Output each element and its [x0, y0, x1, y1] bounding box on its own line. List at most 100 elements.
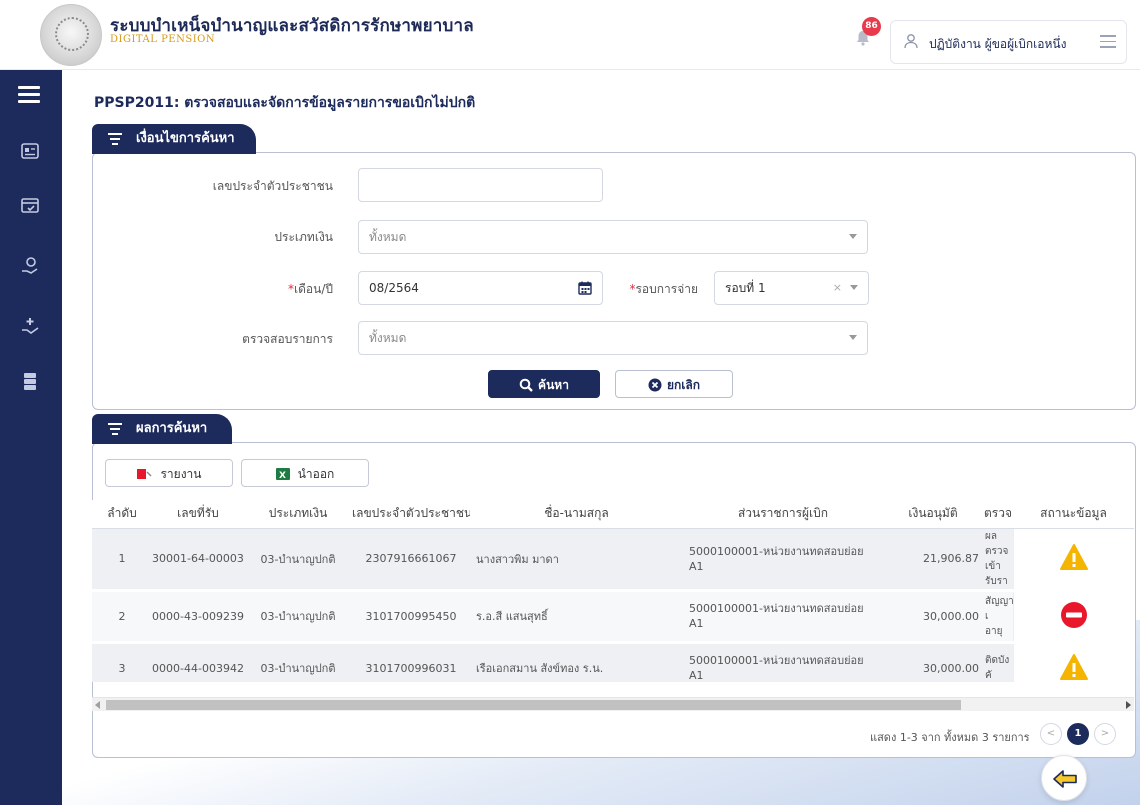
scroll-left-arrow-icon[interactable]	[95, 701, 100, 709]
search-panel: เลขประจำตัวประชาชน ประเภทเงิน ทั้งหมด *เ…	[92, 152, 1136, 410]
cell-status[interactable]	[1012, 590, 1134, 644]
chevron-down-icon	[850, 285, 858, 290]
scrollbar-thumb[interactable]	[106, 700, 961, 710]
app-header: ระบบบำเหน็จบำนาญและสวัสดิการรักษาพยาบาล …	[0, 0, 1140, 70]
check-items-select[interactable]: ทั้งหมด	[358, 321, 868, 355]
menu-icon[interactable]	[18, 86, 40, 104]
search-panel-title: เงื่อนไขการค้นหา	[136, 131, 235, 146]
scroll-right-arrow-icon[interactable]	[1126, 701, 1131, 709]
column-header-status[interactable]: สถานะข้อมูล	[1013, 500, 1134, 529]
column-header-money-type[interactable]: ประเภทเงิน	[244, 500, 352, 529]
pagination-next-button[interactable]: >	[1094, 723, 1116, 745]
page-title: PPSP2011: ตรวจสอบและจัดการข้อมูลรายการขอ…	[94, 95, 476, 111]
cell-amount: 21,906.87	[883, 528, 983, 592]
check-items-label: ตรวจสอบรายการ	[242, 332, 333, 346]
cell-money-type: 03-บำนาญปกติ	[244, 590, 352, 644]
filter-icon	[108, 133, 122, 145]
cell-name: ร.อ.สี แสนสุทธิ์	[470, 590, 683, 644]
pagination-summary: แสดง 1-3 จาก ทั้งหมด 3 รายการ	[870, 731, 1030, 744]
cell-check: สัญญาเ อายุ	[983, 590, 1013, 644]
report-icon	[137, 469, 153, 479]
pagination-page-1[interactable]: 1	[1067, 723, 1089, 745]
check-items-value: ทั้งหมด	[369, 331, 407, 345]
report-button[interactable]: รายงาน	[105, 459, 233, 487]
cell-citizen-id: 3101700996031	[352, 642, 470, 682]
filter-icon	[108, 423, 122, 435]
cell-check: ติดบังคั	[983, 642, 1013, 682]
export-button[interactable]: X นำออก	[241, 459, 369, 487]
cell-no: 3	[92, 642, 152, 682]
citizen-id-label: เลขประจำตัวประชาชน	[212, 179, 333, 193]
warning-icon[interactable]	[1059, 653, 1089, 681]
arrow-left-icon	[1053, 770, 1077, 788]
cancel-button[interactable]: ยกเลิก	[615, 370, 733, 398]
notification-badge: 86	[862, 17, 881, 36]
user-name: ปฏิบัติงาน ผู้ขอผู้เบิกเอหนึ่ง	[929, 37, 1067, 51]
payment-check-icon[interactable]	[19, 195, 41, 217]
pension-hand-icon[interactable]	[19, 255, 41, 277]
cell-agency: 5000100001-หน่วยงานทดสอบย่อย A1	[683, 590, 883, 644]
column-header-agency[interactable]: ส่วนราชการผู้เบิก	[683, 500, 883, 529]
column-header-check[interactable]: ตรวจ	[983, 500, 1013, 529]
horizontal-scrollbar[interactable]	[92, 697, 1134, 711]
table-row[interactable]: 2 0000-43-009239 03-บำนาญปกติ 3101700995…	[92, 590, 1134, 644]
id-card-icon[interactable]	[19, 140, 41, 162]
column-header-citizen-id[interactable]: เลขประจำตัวประชาชน	[352, 500, 470, 529]
no-entry-icon[interactable]	[1059, 600, 1089, 630]
money-type-label: ประเภทเงิน	[274, 230, 333, 244]
clear-icon[interactable]: ×	[833, 272, 842, 304]
cell-receipt: 30001-64-000032	[152, 528, 244, 592]
pagination-prev-button[interactable]: <	[1040, 723, 1062, 745]
results-table: ลำดับ เลขที่รับ ประเภทเงิน เลขประจำตัวปร…	[92, 500, 1134, 682]
server-list-icon[interactable]	[19, 370, 41, 392]
cell-money-type: 03-บำนาญปกติ	[244, 642, 352, 682]
citizen-id-input[interactable]	[358, 168, 603, 202]
cell-status[interactable]	[1012, 642, 1134, 682]
cell-citizen-id: 3101700995450	[352, 590, 470, 644]
table-row[interactable]: 3 0000-44-003942 03-บำนาญปกติ 3101700996…	[92, 642, 1134, 682]
excel-icon: X	[275, 468, 290, 481]
money-type-select[interactable]: ทั้งหมด	[358, 220, 868, 254]
column-header-name[interactable]: ชื่อ-นามสกุล	[470, 500, 683, 529]
column-header-receipt[interactable]: เลขที่รับ	[152, 500, 244, 529]
cell-receipt: 0000-43-009239	[152, 590, 244, 644]
chevron-down-icon	[849, 335, 857, 340]
cell-name: นางสาวพิม มาดา	[470, 528, 683, 592]
search-button[interactable]: ค้นหา	[488, 370, 600, 398]
sidebar	[0, 70, 62, 805]
user-profile-box[interactable]: ปฏิบัติงาน ผู้ขอผู้เบิกเอหนึ่ง	[890, 20, 1127, 64]
cell-name: เรือเอกสมาน สังข์ทอง ร.น.	[470, 642, 683, 682]
column-header-no[interactable]: ลำดับ	[92, 500, 152, 529]
app-subtitle: DIGITAL PENSION	[110, 34, 216, 45]
month-year-label: *เดือน/ปี	[288, 282, 333, 296]
cell-check: ผลตรวจ เข้ารับรา	[983, 528, 1013, 592]
column-header-amount[interactable]: เงินอนุมัติ	[883, 500, 983, 529]
hamburger-menu-icon[interactable]	[1100, 35, 1116, 49]
cell-no: 2	[92, 590, 152, 644]
pay-round-label: *รอบการจ่าย	[629, 282, 698, 296]
pay-round-select[interactable]: รอบที่ 1 ×	[714, 271, 869, 305]
cell-agency: 5000100001-หน่วยงานทดสอบย่อย A1	[683, 642, 883, 682]
search-panel-tab: เงื่อนไขการค้นหา	[92, 124, 256, 154]
close-circle-icon	[648, 378, 662, 392]
cell-agency: 5000100001-หน่วยงานทดสอบย่อย A1	[683, 528, 883, 592]
chevron-down-icon	[849, 234, 857, 239]
cell-amount: 30,000.00	[883, 642, 983, 682]
cell-amount: 30,000.00	[883, 590, 983, 644]
results-panel-tab: ผลการค้นหา	[92, 414, 232, 444]
cell-money-type: 03-บำนาญปกติ	[244, 528, 352, 592]
warning-icon[interactable]	[1059, 543, 1089, 571]
cell-status[interactable]	[1012, 528, 1134, 592]
cell-receipt: 0000-44-003942	[152, 642, 244, 682]
table-header-row: ลำดับ เลขที่รับ ประเภทเงิน เลขประจำตัวปร…	[92, 500, 1134, 529]
table-row[interactable]: 1 30001-64-000032 03-บำนาญปกติ 230791666…	[92, 528, 1134, 592]
cell-no: 1	[92, 528, 152, 592]
results-panel-title: ผลการค้นหา	[136, 421, 208, 436]
medical-hand-icon[interactable]	[19, 315, 41, 337]
back-button[interactable]	[1041, 755, 1087, 801]
money-type-value: ทั้งหมด	[369, 230, 407, 244]
pay-round-value: รอบที่ 1	[725, 281, 766, 295]
svg-text:X: X	[279, 471, 286, 481]
ministry-seal-logo	[40, 4, 102, 66]
cell-citizen-id: 2307916661067	[352, 528, 470, 592]
